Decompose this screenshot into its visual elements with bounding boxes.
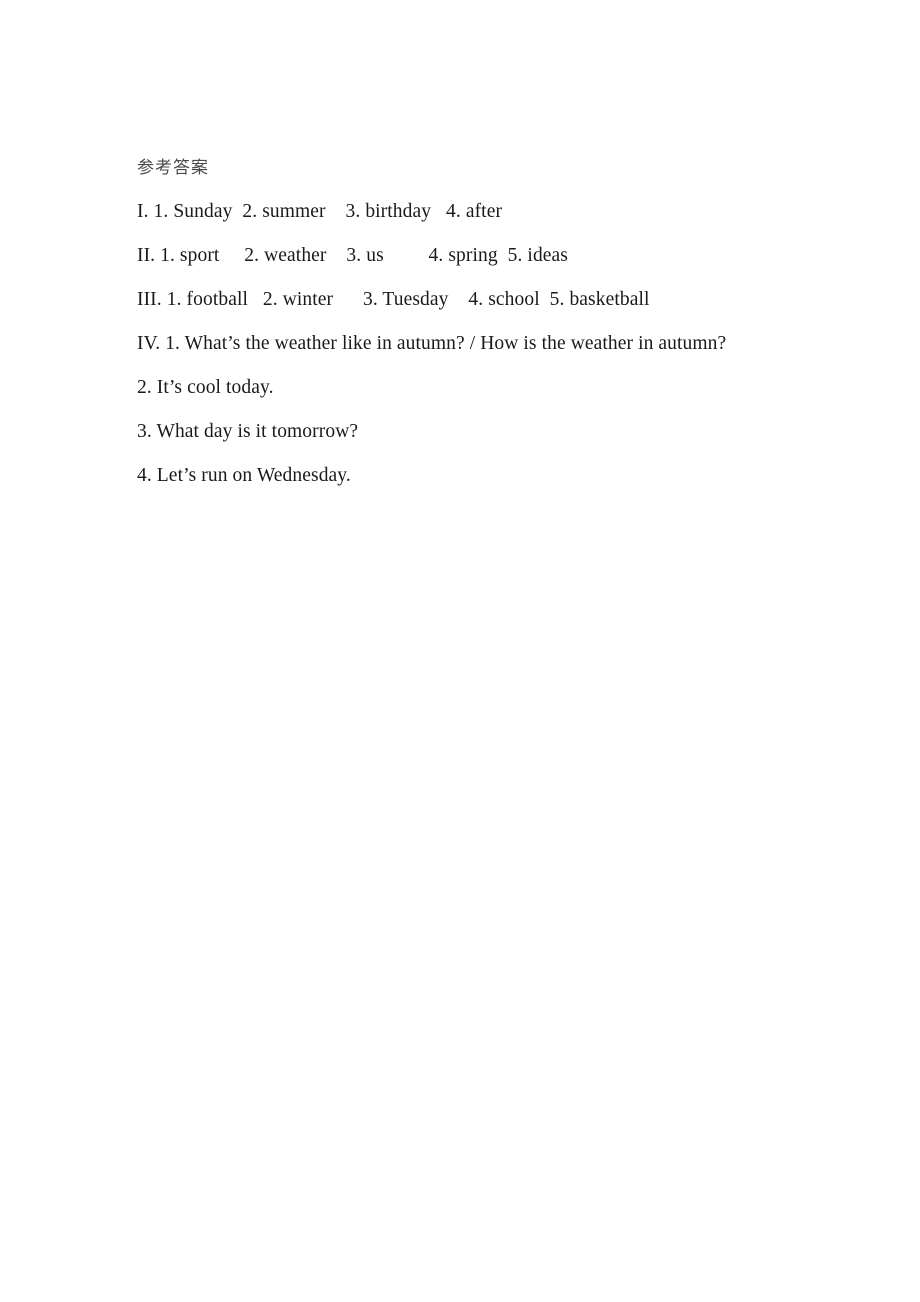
answer-key-body: 参考答案 I. 1. Sunday 2. summer 3. birthday …: [137, 156, 837, 508]
answer-line-section-4-q3: 3. What day is it tomorrow?: [137, 421, 359, 442]
document-page: 参考答案 I. 1. Sunday 2. summer 3. birthday …: [0, 0, 920, 1302]
answer-line-section-2: II. 1. sport 2. weather 3. us 4. spring …: [137, 245, 569, 266]
answer-line-section-4-q1: IV. 1. What’s the weather like in autumn…: [137, 333, 727, 354]
answer-line-section-4-q4: 4. Let’s run on Wednesday.: [137, 465, 351, 486]
answer-line-section-1: I. 1. Sunday 2. summer 3. birthday 4. af…: [137, 201, 503, 222]
answer-line-section-4-q2: 2. It’s cool today.: [137, 377, 274, 398]
page-title: 参考答案: [137, 158, 209, 178]
answer-line-section-3: III. 1. football 2. winter 3. Tuesday 4.…: [137, 289, 650, 310]
